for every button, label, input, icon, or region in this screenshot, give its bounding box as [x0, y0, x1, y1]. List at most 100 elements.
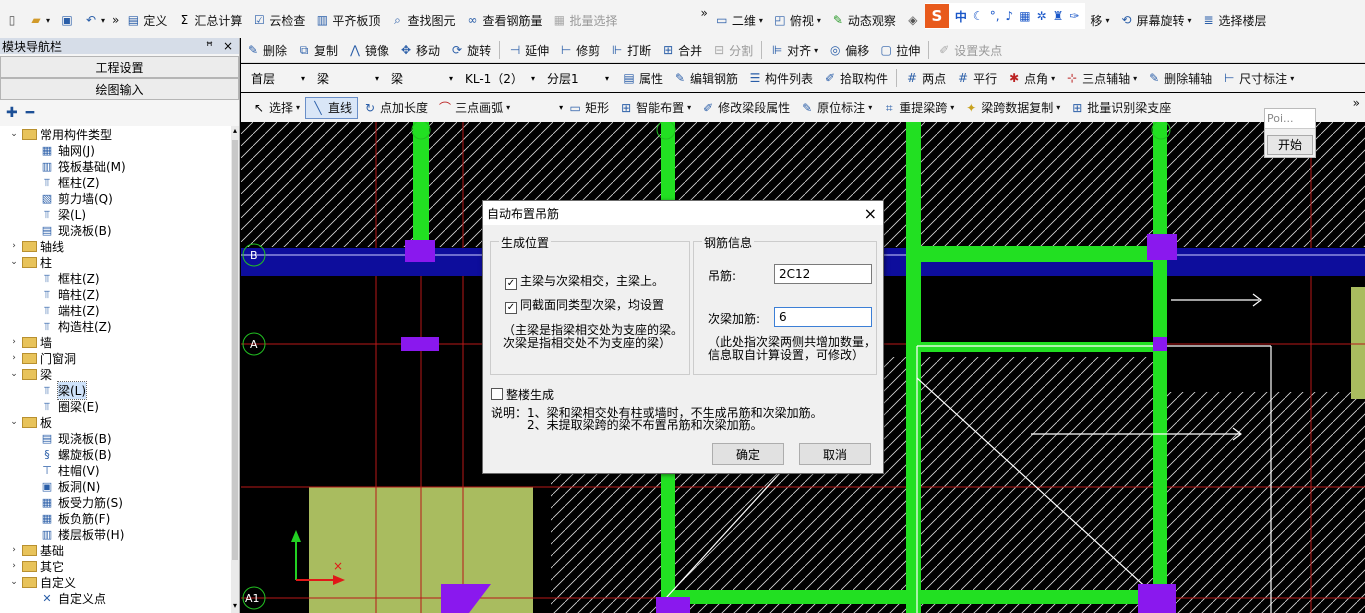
tree-folder[interactable]: › 门窗洞 [0, 350, 232, 366]
define-button[interactable]: ▤ 定义 [121, 9, 172, 31]
delete-button[interactable]: ✎ 删除 [241, 39, 292, 61]
dimension-button[interactable]: ⊢ 尺寸标注 ▾ [1217, 67, 1299, 89]
overflow-icon[interactable]: » [110, 9, 121, 31]
pin-icon[interactable]: ꟸ [206, 39, 213, 53]
start-button[interactable]: 开始 [1267, 135, 1313, 155]
select-floor-button[interactable]: ≣ 选择楼层 [1196, 9, 1271, 31]
dynamic-view-button[interactable]: ✎ 动态观察 [826, 9, 901, 31]
ime-toolbar[interactable]: S 中 ☾ °, ♪ ▦ ✲ ♜ ✑ [924, 3, 1086, 29]
batch-identify-support-button[interactable]: ⊞ 批量识别梁支座 [1065, 97, 1176, 119]
tree-item[interactable]: ⫪ 圈梁(E) [0, 398, 232, 414]
mirror-button[interactable]: ⋀ 镜像 [343, 39, 394, 61]
overflow-icon-2[interactable]: » [698, 2, 709, 24]
point-angle-button[interactable]: ✱ 点角 ▾ [1002, 67, 1060, 89]
tree-folder[interactable]: ⌄ 自定义 [0, 574, 232, 590]
expand-icon[interactable]: › [8, 561, 20, 571]
hanger-input[interactable]: 2C12 [774, 264, 872, 284]
merge-button[interactable]: ⊞ 合并 [656, 39, 707, 61]
split-button[interactable]: ⊟ 分割 [707, 39, 758, 61]
scroll-down-icon[interactable]: ▾ [231, 601, 239, 613]
copy-button[interactable]: ⧉ 复制 [292, 39, 343, 61]
tree-item[interactable]: ▤ 现浇板(B) [0, 222, 232, 238]
drawing-input-button[interactable]: 绘图输入 [0, 78, 239, 100]
offset-button[interactable]: ◎ 偏移 [823, 39, 874, 61]
expand-icon[interactable]: › [8, 241, 20, 251]
tree-item[interactable]: ✕ 自定义点 [0, 590, 232, 606]
summary-calc-button[interactable]: Σ 汇总计算 [172, 9, 247, 31]
partial-icon[interactable]: ◈ [901, 9, 925, 31]
tree-folder[interactable]: ⌄ 常用构件类型 [0, 126, 232, 142]
tree-item[interactable]: § 螺旋板(B) [0, 446, 232, 462]
expand-all-icon[interactable]: ✚ [6, 105, 18, 121]
view-rebar-qty-button[interactable]: ∞ 查看钢筋量 [460, 9, 547, 31]
tree-item[interactable]: ▥ 楼层板带(H) [0, 526, 232, 542]
tree-item[interactable]: ▣ 板洞(N) [0, 478, 232, 494]
cancel-button[interactable]: 取消 [799, 443, 871, 465]
tree-item[interactable]: ⫪ 梁(L) [0, 380, 232, 400]
tree-item[interactable]: ⫪ 端柱(Z) [0, 302, 232, 318]
tree-item[interactable]: ⫪ 梁(L) [0, 206, 232, 222]
tree-item[interactable]: ⫪ 框柱(Z) [0, 174, 232, 190]
trim-button[interactable]: ⊢ 修剪 [554, 39, 605, 61]
modify-beam-segment-button[interactable]: ✐ 修改梁段属性 [696, 97, 795, 119]
three-point-axis-button[interactable]: ⊹ 三点辅轴 ▾ [1060, 67, 1142, 89]
three-point-arc-button[interactable]: ⌒ 三点画弧 ▾ [433, 97, 515, 119]
collapse-icon[interactable]: ⌄ [8, 129, 20, 139]
tree-folder[interactable]: ⌄ 梁 [0, 366, 232, 382]
line-button[interactable]: ╲ 直线 [305, 96, 359, 119]
tree-folder[interactable]: › 基础 [0, 542, 232, 558]
pick-component-button[interactable]: ✐ 拾取构件 [818, 67, 893, 89]
tree-folder[interactable]: ⌄ 柱 [0, 254, 232, 270]
check-main-secondary[interactable]: ✓ 主梁与次梁相交，主梁上。 [505, 272, 664, 290]
tree-folder[interactable]: ⌄ 板 [0, 414, 232, 430]
component-type-select[interactable]: 梁 ▾ [313, 68, 383, 88]
collapse-icon[interactable]: ⌄ [8, 369, 20, 379]
tree-item[interactable]: ⫪ 暗柱(Z) [0, 286, 232, 302]
view-mode-dropdown[interactable]: ▭ 二维 ▾ [710, 9, 768, 31]
component-name-select[interactable]: KL-1（2） ▾ [461, 68, 539, 88]
tree-scrollbar[interactable]: ▴ ▾ [231, 126, 239, 613]
floor-select[interactable]: 首层 ▾ [247, 68, 309, 88]
overflow-icon-3[interactable]: » [1348, 93, 1365, 114]
cloud-check-button[interactable]: ☑ 云检查 [247, 9, 310, 31]
tree-item[interactable]: ▥ 筏板基础(M) [0, 158, 232, 174]
extend-button[interactable]: ⊣ 延伸 [503, 39, 554, 61]
open-file-icon[interactable]: ▰ ▾ [24, 9, 55, 31]
select-button[interactable]: ↖ 选择 ▾ [247, 97, 305, 119]
new-file-icon[interactable]: ▯ [0, 9, 24, 31]
move-partial-button[interactable]: 移 ▾ [1085, 9, 1114, 31]
collapse-icon[interactable]: ⌄ [8, 417, 20, 427]
rotate-button[interactable]: ⟳ 旋转 [445, 39, 496, 61]
align-button[interactable]: ⊫ 对齐 ▾ [765, 39, 823, 61]
tree-item[interactable]: ▤ 现浇板(B) [0, 430, 232, 446]
checkbox[interactable] [491, 388, 503, 400]
break-button[interactable]: ⊩ 打断 [605, 39, 656, 61]
checkbox[interactable]: ✓ [505, 302, 517, 314]
re-extract-span-button[interactable]: ⌗ 重提梁跨 ▾ [877, 97, 959, 119]
point-length-button[interactable]: ↻ 点加长度 [358, 97, 433, 119]
scroll-up-icon[interactable]: ▴ [231, 126, 239, 138]
tree-item[interactable]: ▦ 板负筋(F) [0, 510, 232, 526]
save-icon[interactable]: ▣ [55, 9, 79, 31]
find-element-button[interactable]: ⌕ 查找图元 [385, 9, 460, 31]
project-settings-button[interactable]: 工程设置 [0, 56, 239, 78]
screen-rotate-button[interactable]: ⟲ 屏幕旋转 ▾ [1114, 9, 1196, 31]
delete-axis-button[interactable]: ✎ 删除辅轴 [1142, 67, 1217, 89]
ok-button[interactable]: 确定 [712, 443, 784, 465]
edit-rebar-button[interactable]: ✎ 编辑钢筋 [668, 67, 743, 89]
stretch-button[interactable]: ▢ 拉伸 [874, 39, 925, 61]
component-subtype-select[interactable]: 梁 ▾ [387, 68, 457, 88]
two-point-button[interactable]: # 两点 [900, 67, 951, 89]
tree-folder[interactable]: › 其它 [0, 558, 232, 574]
undo-icon[interactable]: ↶ ▾ [79, 9, 110, 31]
tree-item[interactable]: ▦ 板受力筋(S) [0, 494, 232, 510]
rectangle-button[interactable]: ▭ 矩形 [563, 97, 614, 119]
expand-icon[interactable]: › [8, 337, 20, 347]
tree-folder[interactable]: › 墙 [0, 334, 232, 350]
dialog-close-icon[interactable]: × [864, 204, 877, 223]
tree-item[interactable]: ▦ 轴网(J) [0, 142, 232, 158]
span-data-copy-button[interactable]: ✦ 梁跨数据复制 ▾ [959, 97, 1065, 119]
parallel-button[interactable]: # 平行 [951, 67, 1002, 89]
extra-rebar-input[interactable]: 6 [774, 307, 872, 327]
tree-item[interactable]: ⫪ 构造柱(Z) [0, 318, 232, 334]
